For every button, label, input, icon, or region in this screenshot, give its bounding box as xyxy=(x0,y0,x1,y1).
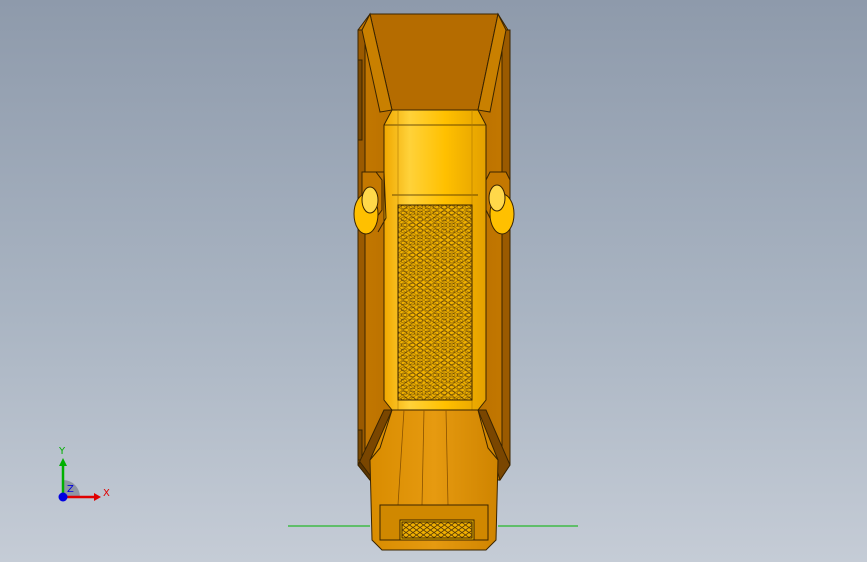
x-axis-label: X xyxy=(103,488,110,499)
y-axis-label: Y xyxy=(58,446,66,457)
grip-mesh-panel xyxy=(397,204,473,401)
model-view[interactable] xyxy=(0,0,867,562)
blade-slot xyxy=(399,519,475,541)
z-axis-label: Z xyxy=(67,484,74,495)
3d-viewport[interactable]: X Y Z xyxy=(0,0,867,562)
orientation-triad[interactable]: X Y Z xyxy=(50,440,120,510)
top-chamfer xyxy=(361,12,507,113)
